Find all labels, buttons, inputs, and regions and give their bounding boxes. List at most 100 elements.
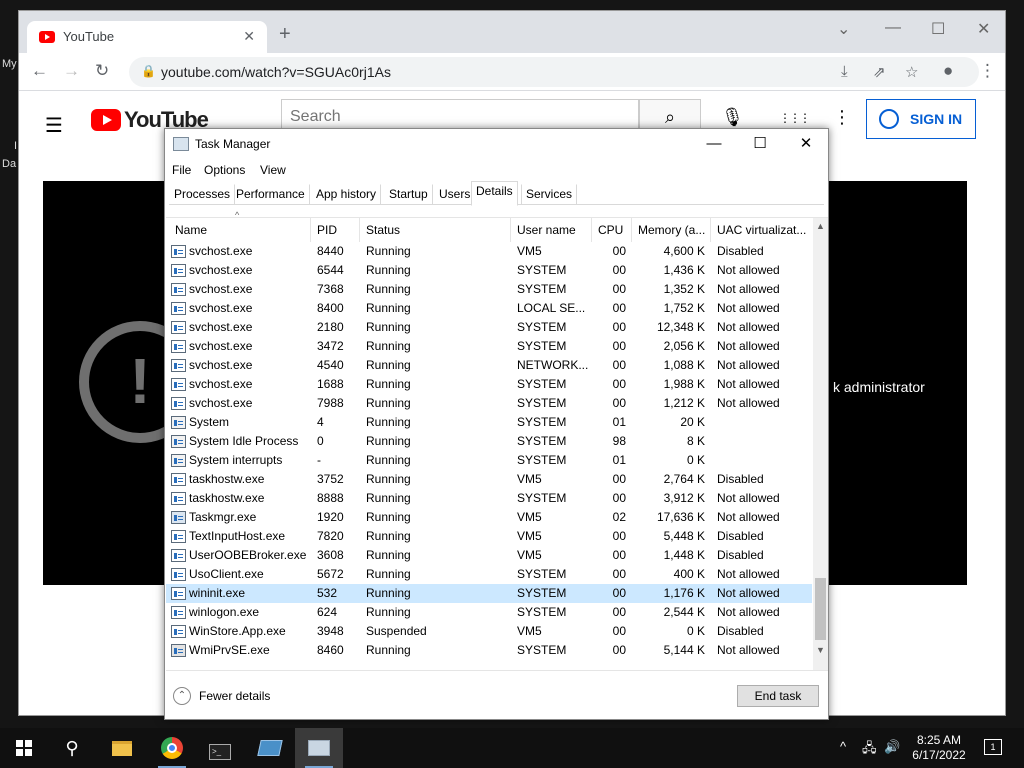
table-row[interactable]: svchost.exe 7988 Running SYSTEM 00 1,212 K Not… [166,394,812,413]
cell-status: Running [360,508,511,527]
vertical-scrollbar[interactable]: ▲ ▼ [813,218,828,670]
system-clock[interactable]: 8:25 AM 6/17/2022 [904,733,974,763]
table-row[interactable]: UsoClient.exe 5672 Running SYSTEM 00 400 K Not… [166,565,812,584]
table-row[interactable]: WinStore.App.exe 3948 Suspended VM5 00 0 K Dis… [166,622,812,641]
process-icon [171,625,186,638]
task-manager-titlebar[interactable]: Task Manager — ☐ ✕ [165,129,828,159]
tab-app-history[interactable]: App history [311,184,382,205]
cell-pid: 3608 [311,546,360,565]
taskbar-search-button[interactable]: ⚲ [48,728,96,768]
table-row[interactable]: System interrupts - Running SYSTEM 01 0 K [166,451,812,470]
share-icon[interactable]: ⇗ [873,63,886,81]
lock-icon[interactable]: 🔒 [141,64,156,78]
reload-icon[interactable]: ↻ [95,61,109,81]
more-options-icon[interactable]: ⋮ [833,107,851,128]
column-header-status[interactable]: Status [360,218,511,242]
table-row[interactable]: Taskmgr.exe 1920 Running VM5 02 17,636 K Not a… [166,508,812,527]
network-icon[interactable]: 🖧 [862,739,877,761]
show-hidden-icons-chevron-icon[interactable]: ^ [840,739,846,754]
maximize-button[interactable]: ☐ [737,133,783,157]
tab-services[interactable]: Services [521,184,578,205]
table-row[interactable]: svchost.exe 1688 Running SYSTEM 00 1,988 K Not… [166,375,812,394]
browser-maximize-button[interactable]: ☐ [931,19,945,39]
microphone-icon[interactable]: 🎙 [721,107,744,128]
desktop-icon-label[interactable]: My [2,58,17,70]
column-header-user-name[interactable]: User name [511,218,592,242]
terminal-taskbar-button[interactable]: >_ [196,728,244,768]
cell-cpu-text: 00 [612,339,626,353]
table-row[interactable]: svchost.exe 2180 Running SYSTEM 00 12,348 K No… [166,318,812,337]
close-button[interactable]: ✕ [783,133,829,157]
cell-status-text: Running [366,244,411,258]
tab-details[interactable]: Details [471,181,518,206]
new-tab-button[interactable]: + [279,23,291,46]
table-row[interactable]: taskhostw.exe 3752 Running VM5 00 2,764 K Disa… [166,470,812,489]
address-bar[interactable]: 🔒 youtube.com/watch?v=SGUAc0rj1As ⤓ ⇗ ☆ [129,57,979,87]
browser-tab-youtube[interactable]: YouTube ✕ [27,21,267,53]
chrome-taskbar-button[interactable] [148,728,196,768]
hamburger-menu-icon[interactable]: ☰ [45,113,63,138]
table-row[interactable]: wininit.exe 532 Running SYSTEM 00 1,176 K Not … [166,584,812,603]
end-task-button[interactable]: End task [737,685,819,707]
cell-pid-text: 2180 [317,320,344,334]
tab-startup[interactable]: Startup [384,184,433,205]
table-row[interactable]: svchost.exe 3472 Running SYSTEM 00 2,056 K Not… [166,337,812,356]
table-row[interactable]: UserOOBEBroker.exe 3608 Running VM5 00 1,448 … [166,546,812,565]
scroll-thumb[interactable] [815,578,826,640]
desktop-icon-label[interactable]: I [14,140,17,152]
sign-in-button[interactable]: SIGN IN [866,99,976,139]
column-header-cpu[interactable]: CPU [592,218,632,242]
cell-memory: 0 K [632,622,711,641]
table-row[interactable]: System Idle Process 0 Running SYSTEM 98 8 K [166,432,812,451]
tab-search-icon[interactable]: ⌄ [837,19,850,39]
cell-status-text: Running [366,453,411,467]
volume-icon[interactable]: 🔊 [884,739,900,755]
back-icon[interactable]: ← [31,61,48,81]
menu-options[interactable]: Options [204,163,245,177]
menu-view[interactable]: View [260,163,286,177]
install-icon[interactable]: ⤓ [841,63,848,80]
scroll-up-icon[interactable]: ▲ [813,218,828,234]
task-manager-taskbar-button[interactable] [295,728,343,768]
cell-user-name-text: VM5 [517,624,542,638]
fewer-details-link[interactable]: Fewer details [199,689,270,703]
table-row[interactable]: svchost.exe 7368 Running SYSTEM 00 1,352 K Not… [166,280,812,299]
column-header-uac[interactable]: UAC virtualizat... [711,218,812,242]
profile-avatar-icon[interactable]: ● [943,61,953,81]
minimize-button[interactable]: — [691,133,737,157]
cell-cpu-text: 00 [612,567,626,581]
table-row[interactable]: WmiPrvSE.exe 8460 Running SYSTEM 00 5,144 K No… [166,641,812,660]
forward-icon[interactable]: → [63,61,80,81]
cell-user-name: VM5 [511,508,592,527]
bookmark-star-icon[interactable]: ☆ [905,63,918,81]
column-header-name[interactable]: Name [166,218,311,242]
desktop-icon-label[interactable]: Da [2,158,16,170]
tab-processes[interactable]: Processes [169,184,236,205]
apps-grid-icon[interactable]: ⋮⋮⋮ [779,111,811,125]
tab-performance[interactable]: Performance [231,184,310,205]
browser-minimize-button[interactable]: — [885,19,901,37]
tab-close-icon[interactable]: ✕ [243,28,255,45]
scroll-down-icon[interactable]: ▼ [813,642,828,658]
fewer-details-chevron-icon[interactable]: ⌃ [173,687,191,705]
notification-center-icon[interactable]: 1 [984,739,1002,755]
table-row[interactable]: svchost.exe 6544 Running SYSTEM 00 1,436 K Not… [166,261,812,280]
start-button[interactable] [0,728,48,768]
table-row[interactable]: svchost.exe 8440 Running VM5 00 4,600 K Disabl… [166,242,812,261]
browser-close-button[interactable]: ✕ [977,19,990,39]
task-manager-icon [308,740,330,756]
column-header-pid[interactable]: PID [311,218,360,242]
table-row[interactable]: svchost.exe 8400 Running LOCAL SE... 00 1,752… [166,299,812,318]
table-row[interactable]: TextInputHost.exe 7820 Running VM5 00 5,448 K… [166,527,812,546]
app-taskbar-button[interactable] [246,728,294,768]
browser-menu-icon[interactable]: ⋮ [979,61,996,81]
table-row[interactable]: winlogon.exe 624 Running SYSTEM 00 2,544 K Not… [166,603,812,622]
url-text[interactable]: youtube.com/watch?v=SGUAc0rj1As [161,64,391,80]
column-header-memory[interactable]: Memory (a... [632,218,711,242]
menu-file[interactable]: File [172,163,191,177]
table-row[interactable]: System 4 Running SYSTEM 01 20 K [166,413,812,432]
file-explorer-button[interactable] [98,728,146,768]
tab-users[interactable]: Users [434,184,475,205]
table-row[interactable]: svchost.exe 4540 Running NETWORK... 00 1,088 … [166,356,812,375]
table-row[interactable]: taskhostw.exe 8888 Running SYSTEM 00 3,912 K N… [166,489,812,508]
